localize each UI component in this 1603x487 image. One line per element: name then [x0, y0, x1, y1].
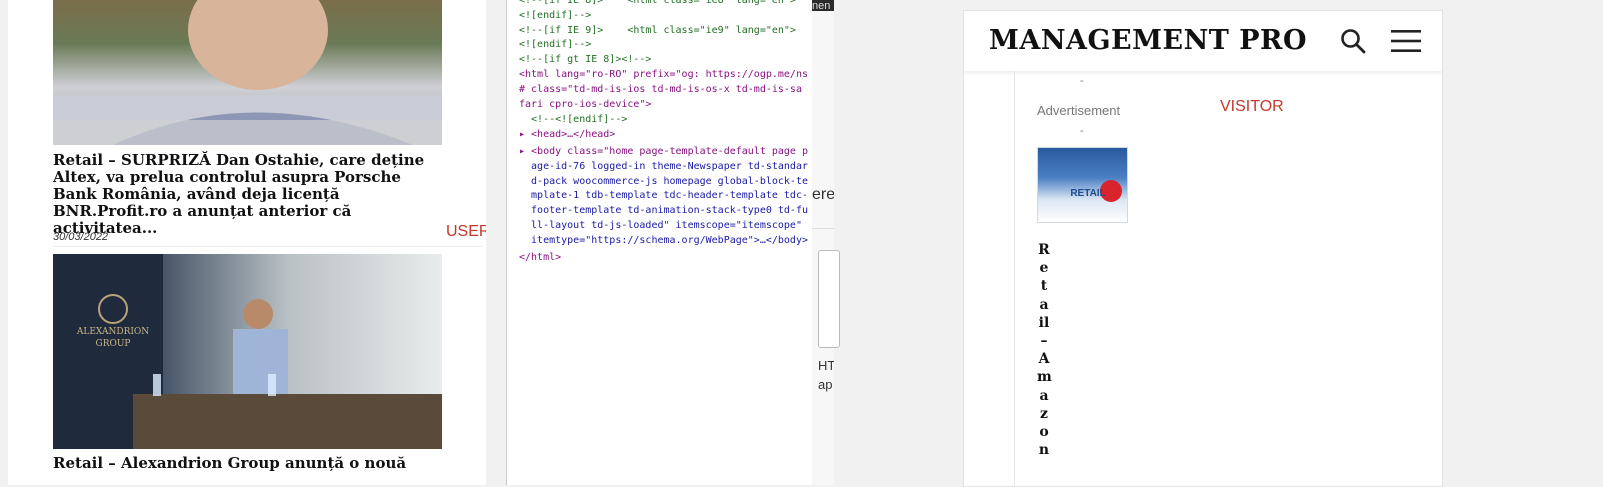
strip-fragment-text: nen — [812, 0, 831, 11]
dom-node-line[interactable]: ll-layout td-js-loaded" itemscope="items… — [519, 219, 802, 234]
article-title-link[interactable]: Retail – Alexandrion Group anunță o nouă — [53, 455, 443, 472]
fragment-text: ap — [818, 377, 833, 392]
article-list-panel: Retail – SURPRIZĂ Dan Ostahie, care deți… — [8, 0, 486, 485]
dom-node-line[interactable]: <![endif]--> — [519, 9, 591, 24]
fragment-text: ere — [812, 186, 834, 203]
article-date: 30/03/2022 — [53, 231, 109, 243]
dom-node-line[interactable]: ▸ <body class="home page-template-defaul… — [519, 145, 808, 160]
site-header: MANAGEMENT PRO — [964, 11, 1442, 71]
article-title-link[interactable]: Retail – SURPRIZĂ Dan Ostahie, care deți… — [53, 152, 443, 237]
dom-node-line[interactable]: </html> — [519, 251, 561, 266]
dom-node-line[interactable]: itemtype="https://schema.org/WebPage">…<… — [519, 234, 808, 249]
dom-node-line[interactable]: d-pack woocommerce-js homepage global-bl… — [519, 175, 808, 190]
dash-text: - — [1080, 125, 1084, 137]
dom-node-line[interactable]: # class="td-md-is-ios td-md-is-os-x td-m… — [519, 83, 802, 98]
side-panel — [812, 11, 834, 485]
fragment-text: HT — [818, 358, 834, 373]
dom-node-line[interactable]: <!--<![endif]--> — [519, 113, 627, 128]
content-guide-line — [1014, 71, 1015, 486]
dom-node-line[interactable]: fari cpro-ios-device"> — [519, 98, 651, 113]
search-icon[interactable] — [1340, 28, 1366, 54]
text-area-fragment[interactable] — [818, 250, 840, 348]
dom-node-line[interactable]: mplate-1 tdb-template tdc-header-templat… — [519, 189, 808, 204]
person-photo-icon — [53, 0, 442, 145]
advertisement-banner[interactable]: RETAIL — [1037, 147, 1128, 223]
user-label: USER — [446, 223, 486, 240]
dom-node-line[interactable]: <![endif]--> — [519, 38, 591, 53]
dom-node-line[interactable]: age-id-76 logged-in theme-Newspaper td-s… — [519, 160, 808, 175]
ad-banner-text: RETAIL — [1070, 188, 1106, 199]
dom-node-line[interactable]: ▸ <head>…</head> — [519, 128, 615, 143]
dom-node-line[interactable]: <!--[if gt IE 8]><!--> — [519, 53, 651, 68]
dom-node-line[interactable]: <!--[if IE 9]> <html class="ie9" lang="e… — [519, 24, 796, 39]
banner-text: ALEXANDRION — [76, 327, 149, 337]
dom-node-line[interactable]: <html lang="ro-RO" prefix="og: https://o… — [519, 68, 808, 83]
hamburger-menu-icon[interactable] — [1391, 29, 1421, 53]
advertisement-label: Advertisement — [1037, 103, 1121, 118]
divider — [812, 228, 834, 229]
article-thumbnail[interactable]: ALEXANDRION GROUP — [53, 254, 442, 449]
dom-node-line[interactable]: footer-template td-animation-stack-type0… — [519, 204, 808, 219]
visitor-label: VISITOR — [1220, 98, 1284, 115]
dom-node-line[interactable]: <!--[if IE 8]> <html class="ie8" lang="e… — [519, 0, 796, 9]
divider — [53, 246, 483, 247]
banner-text: GROUP — [96, 339, 131, 349]
mobile-site-preview: MANAGEMENT PRO - Advertisement VISITOR -… — [963, 10, 1443, 487]
devtools-elements-panel[interactable]: <!--[if IE 8]> <html class="ie8" lang="e… — [506, 0, 814, 485]
site-logo[interactable]: MANAGEMENT PRO — [989, 25, 1307, 56]
article-thumbnail[interactable] — [53, 0, 442, 145]
article-title-link[interactable]: Retail – Amazon — [1037, 241, 1052, 459]
conference-photo-icon: ALEXANDRION GROUP — [53, 254, 442, 449]
dash-text: - — [1080, 75, 1084, 87]
